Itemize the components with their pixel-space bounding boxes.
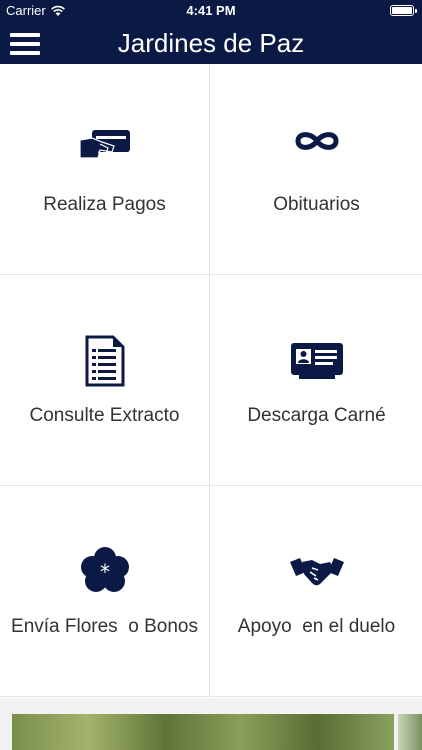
tile-label: Envía Flores o Bonos [11, 616, 198, 637]
document-icon [85, 335, 124, 387]
banner-image[interactable] [398, 714, 422, 750]
tile-label: Realiza Pagos [43, 194, 166, 215]
status-time: 4:41 PM [186, 3, 236, 18]
svg-text:*: * [100, 560, 110, 584]
id-card-icon [290, 343, 343, 379]
tile-envia-flores[interactable]: * Envía Flores o Bonos [0, 486, 210, 697]
tile-descarga-carne[interactable]: Descarga Carné [211, 275, 422, 486]
tile-label: Consulte Extracto [29, 405, 180, 426]
tile-obituarios[interactable]: Obituarios [211, 64, 422, 275]
banner-image[interactable] [12, 714, 394, 750]
infinity-icon [295, 132, 338, 150]
flower-icon: * [80, 547, 129, 592]
tile-apoyo-duelo[interactable]: Apoyo en el duelo [211, 486, 422, 697]
battery-icon [390, 5, 417, 16]
tile-consulte-extracto[interactable]: Consulte Extracto [0, 275, 210, 486]
menu-grid: Realiza Pagos Obituarios Consulte Extrac… [0, 64, 422, 698]
tile-realiza-pagos[interactable]: Realiza Pagos [0, 64, 210, 275]
banner-strip [0, 698, 422, 750]
tile-label: Apoyo en el duelo [237, 616, 396, 637]
page-title: Jardines de Paz [117, 28, 305, 58]
handshake-icon [289, 558, 344, 586]
card-payment-icon [78, 130, 130, 159]
status-bar: Carrier 4:41 PM [0, 0, 422, 22]
tile-label: Obituarios [273, 194, 360, 215]
tile-label: Descarga Carné [247, 405, 386, 426]
navigation-bar: Carrier 4:41 PM Jardines de Paz [0, 0, 422, 64]
